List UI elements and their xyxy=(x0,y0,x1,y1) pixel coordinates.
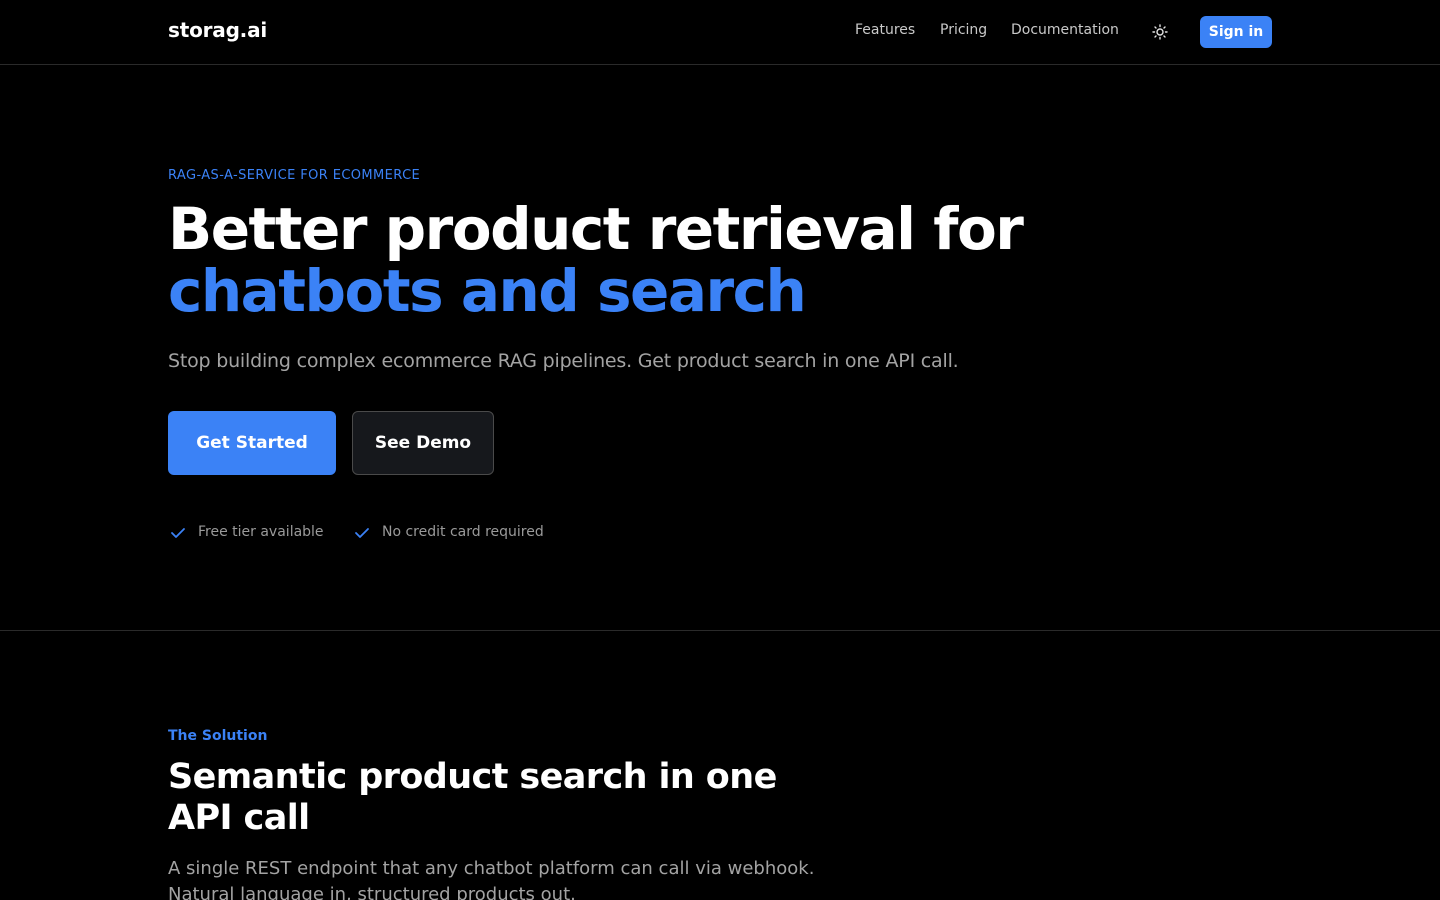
sun-icon xyxy=(1152,24,1168,40)
sign-in-button[interactable]: Sign in xyxy=(1200,16,1272,48)
solution-description: A single REST endpoint that any chatbot … xyxy=(168,858,815,900)
landing-page: storag.ai Features Pricing Documentation xyxy=(0,0,1440,900)
solution-eyebrow: The Solution xyxy=(168,728,268,744)
check-icon xyxy=(171,528,185,538)
section-divider xyxy=(0,630,1440,631)
hero-title-line2: chatbots and search xyxy=(168,257,807,325)
nav-link-features[interactable]: Features xyxy=(855,22,915,38)
brand-logo[interactable]: storag.ai xyxy=(168,18,267,42)
hero-title: Better product retrieval for chatbots an… xyxy=(168,198,1168,322)
perk-label: Free tier available xyxy=(198,524,324,540)
see-demo-button[interactable]: See Demo xyxy=(352,411,494,475)
hero-title-line1: Better product retrieval for xyxy=(168,195,1024,263)
check-icon xyxy=(355,528,369,538)
get-started-button[interactable]: Get Started xyxy=(168,411,336,475)
hero-subtitle: Stop building complex ecommerce RAG pipe… xyxy=(168,350,959,372)
perk-label: No credit card required xyxy=(382,524,544,540)
solution-title: Semantic product search in one API call xyxy=(168,757,777,838)
theme-toggle-button[interactable] xyxy=(1150,22,1170,42)
nav-link-pricing[interactable]: Pricing xyxy=(940,22,987,38)
hero-eyebrow: RAG-AS-A-SERVICE FOR ECOMMERCE xyxy=(168,168,421,183)
site-header: storag.ai Features Pricing Documentation xyxy=(0,0,1440,65)
nav-link-documentation[interactable]: Documentation xyxy=(1011,22,1119,38)
